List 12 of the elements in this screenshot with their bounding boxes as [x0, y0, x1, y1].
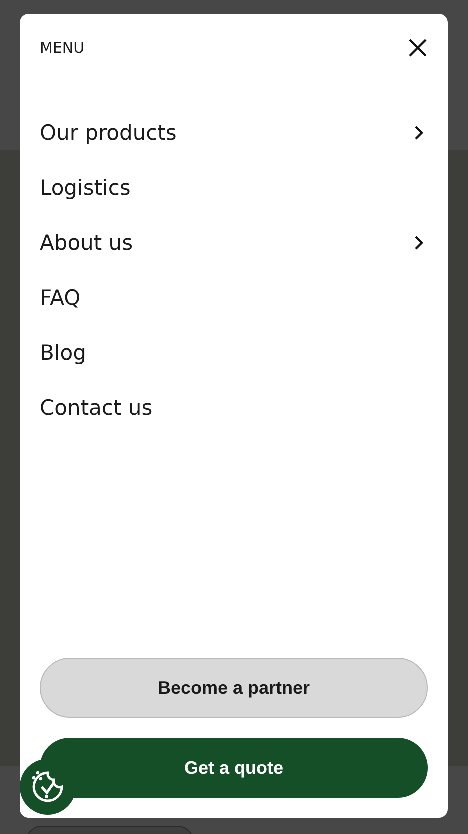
- menu-item[interactable]: Blog: [40, 325, 428, 380]
- menu-title: MENU: [40, 39, 85, 57]
- close-icon: [408, 38, 428, 58]
- menu-item[interactable]: Contact us: [40, 380, 428, 435]
- menu-item[interactable]: Logistics: [40, 160, 428, 215]
- partner-button[interactable]: Become a partner: [40, 658, 428, 718]
- quote-button[interactable]: Get a quote: [40, 738, 428, 798]
- menu-item[interactable]: Our products: [40, 105, 428, 160]
- menu-item[interactable]: FAQ: [40, 270, 428, 325]
- menu-item[interactable]: About us: [40, 215, 428, 270]
- chevron-right-icon: [414, 234, 424, 250]
- chevron-right-icon: [414, 124, 424, 140]
